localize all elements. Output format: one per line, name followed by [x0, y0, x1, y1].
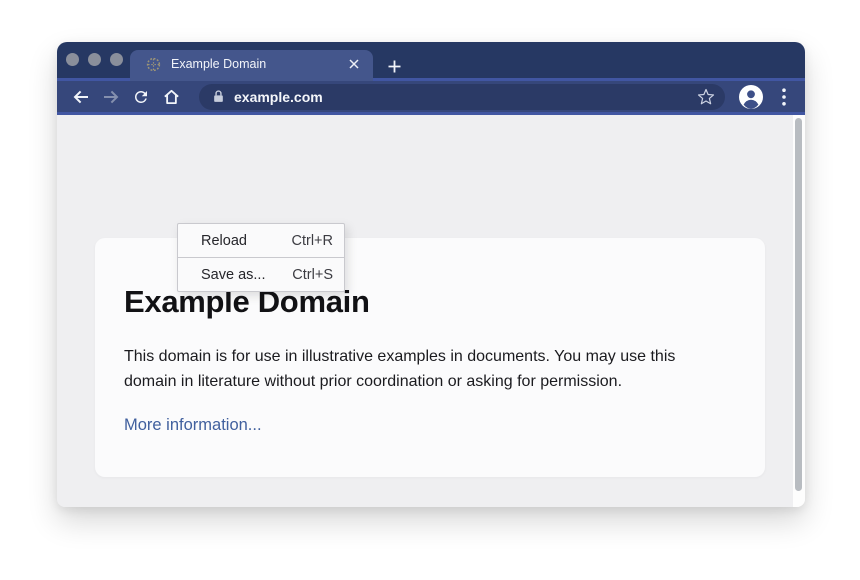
tab-close-icon[interactable] [345, 55, 363, 73]
traffic-lights [66, 53, 123, 66]
browser-menu-icon[interactable] [773, 85, 795, 109]
menu-item-shortcut: Ctrl+R [292, 233, 334, 249]
window-title-bar: Example Domain [57, 42, 805, 78]
scrollbar-track[interactable] [793, 115, 805, 507]
reload-button[interactable] [129, 85, 153, 109]
bookmark-star-icon[interactable] [695, 86, 717, 108]
minimize-window-button[interactable] [88, 53, 101, 66]
tab-title: Example Domain [171, 57, 345, 71]
page-paragraph: This domain is for use in illustrative e… [124, 344, 712, 394]
browser-tab[interactable]: Example Domain [130, 50, 373, 81]
screenshot-stage: Example Domain [0, 0, 860, 580]
menu-item-save-as[interactable]: Save as... Ctrl+S [178, 258, 344, 291]
back-button[interactable] [69, 85, 93, 109]
menu-item-shortcut: Ctrl+S [292, 267, 333, 283]
new-tab-button[interactable] [383, 55, 405, 77]
home-button[interactable] [159, 85, 183, 109]
menu-item-label: Reload [201, 233, 247, 249]
context-menu: Reload Ctrl+R Save as... Ctrl+S [177, 223, 345, 292]
scrollbar-thumb[interactable] [795, 118, 802, 491]
more-information-link[interactable]: More information... [124, 416, 262, 435]
profile-avatar-icon[interactable] [738, 84, 764, 110]
browser-toolbar: example.com [57, 81, 805, 112]
browser-window: Example Domain [57, 42, 805, 507]
favicon-globe-icon [146, 57, 161, 72]
menu-item-label: Save as... [201, 267, 265, 283]
menu-item-reload[interactable]: Reload Ctrl+R [178, 224, 344, 257]
lock-icon[interactable] [212, 89, 225, 104]
close-window-button[interactable] [66, 53, 79, 66]
page-viewport: Example Domain This domain is for use in… [57, 115, 805, 507]
address-bar[interactable]: example.com [199, 84, 725, 110]
url-text: example.com [234, 89, 695, 105]
zoom-window-button[interactable] [110, 53, 123, 66]
forward-button[interactable] [99, 85, 123, 109]
